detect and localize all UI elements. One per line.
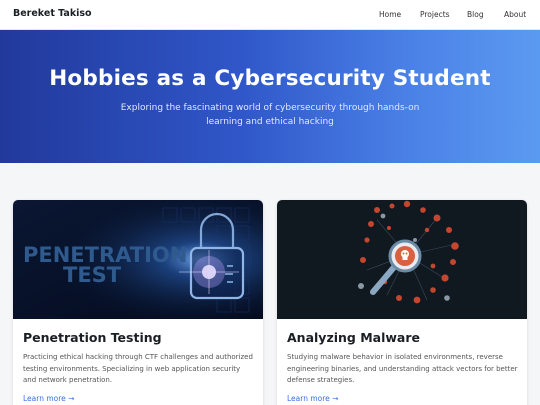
learn-more-link[interactable]: Learn more →	[287, 394, 338, 403]
navbar: Bereket Takiso Home Projects Blog About	[0, 0, 540, 30]
hero-section: Hobbies as a Cybersecurity Student Explo…	[0, 30, 540, 163]
nav-link-blog[interactable]: Blog	[467, 10, 484, 19]
nav-link-home[interactable]: Home	[379, 10, 401, 19]
learn-more-link[interactable]: Learn more →	[23, 394, 74, 403]
hobby-card-analyzing-malware: Analyzing Malware Studying malware behav…	[277, 200, 527, 405]
card-title: Analyzing Malware	[287, 330, 420, 345]
hero-subtitle: Exploring the fascinating world of cyber…	[120, 103, 420, 127]
penetration-test-image: PENETRATION TEST	[13, 200, 263, 319]
hobby-card-penetration-testing: PENETRATION TEST Penetration Testing Pra…	[13, 200, 263, 405]
nav-link-projects[interactable]: Projects	[420, 10, 450, 19]
card-description: Practicing ethical hacking through CTF c…	[23, 353, 253, 384]
site-brand[interactable]: Bereket Takiso	[13, 8, 92, 19]
malware-analysis-image	[277, 200, 527, 319]
card-description: Studying malware behavior in isolated en…	[287, 353, 518, 384]
card-title: Penetration Testing	[23, 330, 162, 345]
nav-link-about[interactable]: About	[504, 10, 526, 19]
hero-title: Hobbies as a Cybersecurity Student	[49, 66, 491, 91]
test-text: TEST	[63, 263, 122, 287]
